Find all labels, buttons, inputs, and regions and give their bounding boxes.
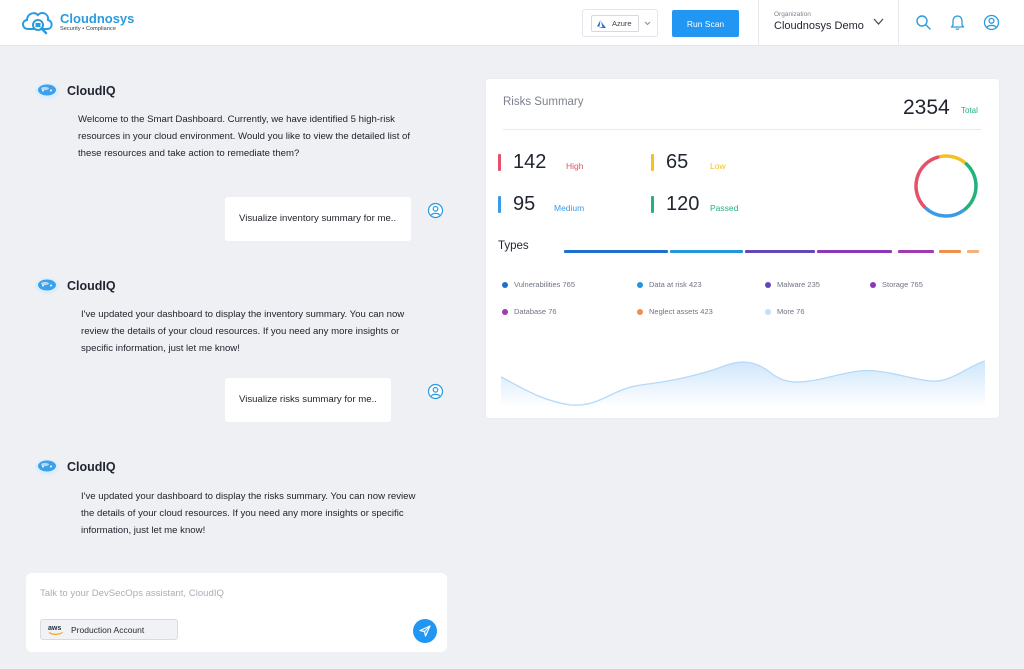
- legend-item: Malware 235: [765, 280, 820, 289]
- legend-dot: [765, 282, 771, 288]
- aws-icon: aws: [48, 625, 63, 635]
- user-message: Visualize risks summary for me..: [225, 378, 391, 422]
- stat-color-bar: [651, 196, 654, 213]
- type-bar-data-at-risk: [670, 250, 743, 253]
- legend-item: More 76: [765, 307, 805, 316]
- area-fill: [501, 361, 985, 407]
- bot-message: Welcome to the Smart Dashboard. Currentl…: [78, 114, 411, 159]
- cloud-provider-label: Azure: [612, 19, 632, 28]
- bot-name: CloudIQ: [67, 84, 116, 98]
- legend-label: Storage 765: [882, 280, 923, 289]
- send-button[interactable]: [413, 619, 437, 643]
- header-divider: [898, 0, 899, 46]
- bot-name: CloudIQ: [67, 460, 116, 474]
- top-bar: Cloudnosys Security • Compliance Azure R…: [0, 0, 1024, 46]
- type-bar-neglect-assets: [939, 250, 961, 253]
- stat-label: Low: [710, 161, 726, 171]
- panel-title: Risks Summary: [503, 96, 584, 108]
- legend-item: Vulnerabilities 765: [502, 280, 575, 289]
- legend-label: Neglect assets 423: [649, 307, 713, 316]
- stat-label: High: [566, 161, 584, 171]
- bell-icon[interactable]: [949, 14, 966, 31]
- risk-donut-chart: [914, 154, 978, 218]
- user-icon[interactable]: [983, 14, 1000, 31]
- stat-color-bar: [651, 154, 654, 171]
- legend-dot: [765, 309, 771, 315]
- stat-value: 120: [666, 193, 700, 215]
- chat-input[interactable]: [40, 585, 420, 601]
- org-label: Organization: [774, 11, 811, 18]
- chat-composer: aws Production Account: [26, 573, 447, 652]
- user-message: Visualize inventory summary for me..: [225, 197, 411, 241]
- bot-name: CloudIQ: [67, 279, 116, 293]
- user-avatar-icon: [427, 202, 444, 219]
- header-divider: [758, 0, 759, 46]
- bot-message: I've updated your dashboard to display t…: [81, 491, 416, 536]
- risk-trend-area-chart: [501, 360, 985, 407]
- legend-item: Database 76: [502, 307, 557, 316]
- donut-segment-low: [937, 154, 967, 165]
- total-count: 2354: [903, 96, 950, 119]
- legend-dot: [637, 282, 643, 288]
- stat-label: Passed: [710, 203, 739, 213]
- svg-text:aws: aws: [48, 625, 61, 632]
- account-selector[interactable]: aws Production Account: [40, 619, 178, 640]
- type-bar-vulnerabilities: [564, 250, 668, 253]
- legend-dot: [870, 282, 876, 288]
- user-avatar-icon: [427, 383, 444, 400]
- brand-name: Cloudnosys: [60, 11, 135, 26]
- search-icon[interactable]: [915, 14, 932, 31]
- type-bar-malware: [745, 250, 815, 253]
- run-scan-button[interactable]: Run Scan: [672, 10, 739, 37]
- send-icon: [419, 625, 431, 637]
- cloud-provider-select[interactable]: Azure: [582, 9, 658, 37]
- legend-dot: [502, 309, 508, 315]
- brand-tagline: Security • Compliance: [60, 26, 116, 32]
- legend-label: Database 76: [514, 307, 557, 316]
- account-label: Production Account: [71, 625, 145, 635]
- cloudnosys-logo-icon[interactable]: [20, 7, 54, 37]
- type-bar-storage: [817, 250, 892, 253]
- stat-color-bar: [498, 154, 501, 171]
- cloud-provider-chip: Azure: [591, 15, 639, 32]
- stat-color-bar: [498, 196, 501, 213]
- legend-item: Data at risk 423: [637, 280, 702, 289]
- legend-label: Malware 235: [777, 280, 820, 289]
- cloudiq-avatar-icon: [35, 459, 59, 475]
- donut-segment-medium: [923, 206, 965, 218]
- legend-dot: [502, 282, 508, 288]
- panel-divider: [503, 129, 981, 130]
- stat-value: 65: [666, 151, 689, 173]
- legend-item: Storage 765: [870, 280, 923, 289]
- azure-icon: [597, 20, 606, 28]
- stat-value: 142: [513, 151, 547, 173]
- legend-label: More 76: [777, 307, 805, 316]
- chevron-down-icon: [644, 21, 651, 26]
- chevron-down-icon: [873, 18, 884, 25]
- legend-dot: [637, 309, 643, 315]
- type-bar-database: [898, 250, 934, 253]
- total-label: Total: [961, 106, 978, 115]
- stat-label: Medium: [554, 203, 585, 213]
- cloudiq-avatar-icon: [35, 83, 59, 99]
- legend-label: Data at risk 423: [649, 280, 702, 289]
- cloudiq-avatar-icon: [35, 278, 59, 294]
- legend-item: Neglect assets 423: [637, 307, 713, 316]
- donut-segment-passed: [962, 162, 978, 212]
- donut-segment-high: [914, 155, 940, 209]
- legend-label: Vulnerabilities 765: [514, 280, 576, 289]
- types-title: Types: [498, 240, 529, 252]
- bot-message: I've updated your dashboard to display t…: [81, 309, 405, 354]
- type-bar-more: [967, 250, 979, 253]
- risks-summary-panel: Risks Summary 2354 Total 142 High 65 Low…: [486, 79, 999, 418]
- donut-arcs: [914, 154, 978, 218]
- stat-value: 95: [513, 193, 536, 215]
- org-name: Cloudnosys Demo: [774, 20, 864, 32]
